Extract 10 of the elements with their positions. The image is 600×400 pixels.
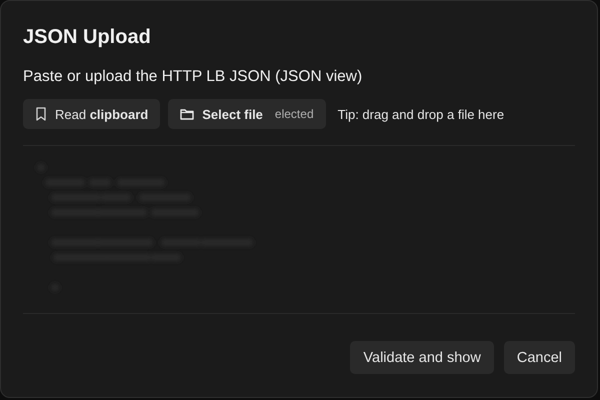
dialog-button[interactable]: Validate and show [350, 341, 494, 374]
dialog-button[interactable]: Cancel [504, 341, 575, 374]
tip-text: Tip: drag and drop a file here [338, 106, 504, 122]
dialog-subtitle: Paste or upload the HTTP LB JSON (JSON view) [23, 67, 364, 87]
file-status-text: elected [274, 107, 314, 121]
dialog-title: JSON Upload [23, 25, 152, 49]
select-file-button[interactable]: Select file elected [168, 99, 326, 129]
bookmark-icon [35, 107, 47, 121]
read-clipboard-button[interactable]: Read clipboard [23, 99, 160, 129]
folder-icon [180, 108, 194, 120]
